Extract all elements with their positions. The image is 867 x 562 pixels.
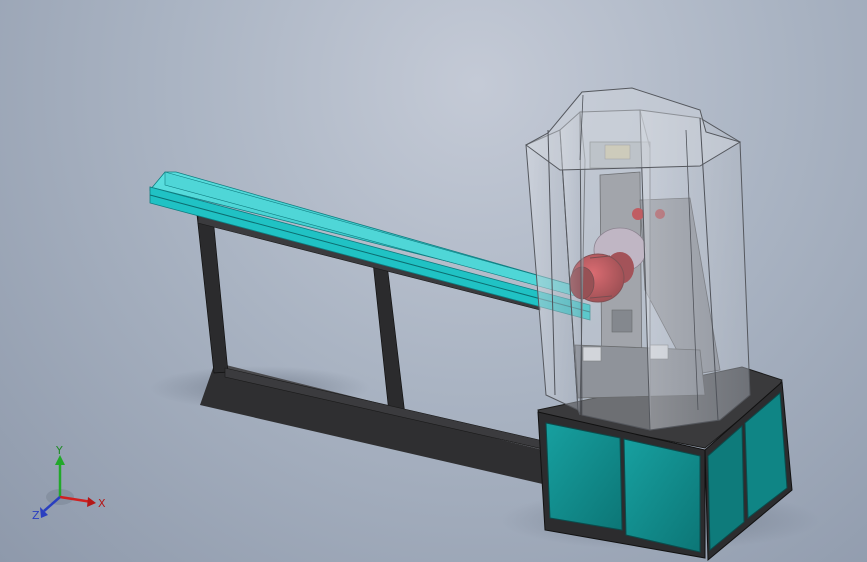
x-arrow-icon	[87, 497, 96, 507]
cabinet-door-2[interactable]	[623, 438, 701, 553]
x-axis-label: X	[98, 497, 106, 510]
safety-enclosure[interactable]	[525, 87, 751, 431]
assembly-model[interactable]	[0, 0, 867, 562]
axis-triad[interactable]: Y X Z	[30, 445, 115, 525]
z-axis-label: Z	[32, 509, 40, 522]
frame-leg-front	[196, 214, 229, 374]
y-axis-label: Y	[55, 445, 63, 457]
cabinet-door-1[interactable]	[545, 422, 623, 531]
frame-base-plate	[200, 368, 560, 488]
frame-leg-middle	[372, 261, 406, 416]
cad-viewport[interactable]: Y X Z	[0, 0, 867, 562]
